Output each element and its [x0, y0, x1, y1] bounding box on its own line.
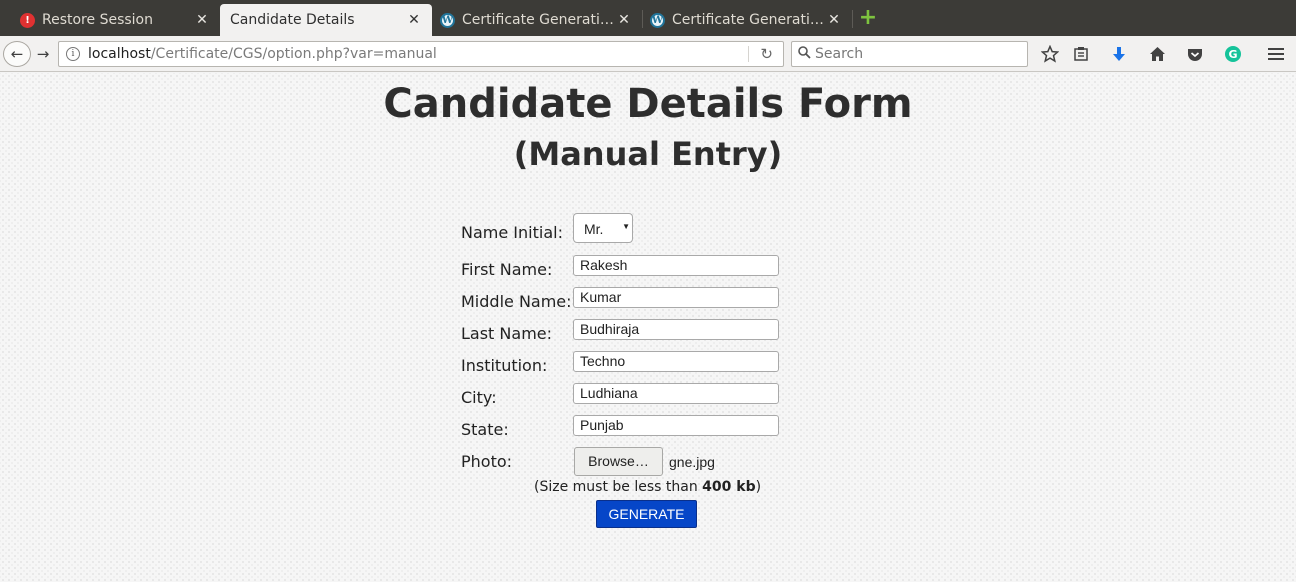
- first-name-label: First Name:: [461, 260, 553, 279]
- chevron-down-icon: ▼: [622, 222, 630, 231]
- name-initial-label: Name Initial:: [461, 223, 563, 242]
- alert-icon: !: [20, 12, 35, 28]
- state-field[interactable]: Punjab: [573, 415, 779, 436]
- wordpress-icon: W: [650, 12, 665, 28]
- middle-name-field[interactable]: Kumar: [573, 287, 779, 308]
- grammarly-icon[interactable]: G: [1225, 46, 1241, 62]
- tab-certificate-generation-1[interactable]: W Certificate Generati… ✕: [432, 4, 642, 36]
- search-input[interactable]: [815, 46, 1005, 62]
- size-note-prefix: (Size must be less than: [534, 479, 703, 495]
- name-initial-select[interactable]: Mr. ▼: [573, 213, 633, 243]
- navigation-bar: ← → i localhost/Certificate/CGS/option.p…: [0, 36, 1296, 72]
- bookmark-star-icon[interactable]: [1039, 43, 1061, 65]
- selected-file-name: gne.jpg: [669, 454, 715, 470]
- pocket-icon[interactable]: [1184, 43, 1206, 65]
- state-label: State:: [461, 420, 509, 439]
- tab-separator: [852, 10, 853, 28]
- institution-label: Institution:: [461, 356, 548, 375]
- size-note-limit: 400 kb: [702, 479, 756, 495]
- back-arrow-icon[interactable]: ←: [3, 41, 31, 67]
- url-host: localhost: [88, 46, 151, 62]
- generate-button[interactable]: GENERATE: [596, 500, 697, 528]
- page-content: Candidate Details Form (Manual Entry) Na…: [0, 73, 1296, 582]
- url-bar[interactable]: i localhost/Certificate/CGS/option.php?v…: [58, 41, 784, 67]
- page-title: Candidate Details Form: [383, 81, 913, 127]
- home-icon[interactable]: [1146, 43, 1168, 65]
- tab-title: Certificate Generati…: [462, 12, 614, 28]
- close-icon[interactable]: ✕: [194, 12, 210, 28]
- reload-icon[interactable]: ↻: [760, 45, 773, 63]
- browse-button[interactable]: Browse…: [574, 447, 663, 476]
- close-icon[interactable]: ✕: [826, 12, 842, 28]
- middle-name-label: Middle Name:: [461, 292, 572, 311]
- info-icon[interactable]: i: [66, 47, 80, 61]
- tab-title: Restore Session: [42, 12, 153, 28]
- new-tab-plus-icon[interactable]: +: [858, 7, 878, 29]
- name-initial-value: Mr.: [584, 221, 604, 237]
- tab-certificate-generation-2[interactable]: W Certificate Generati… ✕: [642, 4, 852, 36]
- search-icon: [798, 45, 811, 63]
- tab-bar: ! Restore Session ✕ Candidate Details ✕ …: [0, 0, 1296, 36]
- size-note-suffix: ): [755, 479, 762, 495]
- size-note: (Size must be less than 400 kb): [534, 479, 761, 495]
- download-icon[interactable]: [1108, 43, 1130, 65]
- wordpress-icon: W: [440, 12, 455, 28]
- tab-candidate-details[interactable]: Candidate Details ✕: [220, 4, 432, 36]
- city-label: City:: [461, 388, 497, 407]
- institution-field[interactable]: Techno: [573, 351, 779, 372]
- url-divider: [748, 46, 749, 62]
- forward-arrow-icon[interactable]: →: [33, 41, 53, 67]
- last-name-field[interactable]: Budhiraja: [573, 319, 779, 340]
- url-path: /Certificate/CGS/option.php?var=manual: [150, 46, 437, 62]
- close-icon[interactable]: ✕: [406, 12, 422, 28]
- tab-title: Certificate Generati…: [672, 12, 824, 28]
- first-name-field[interactable]: Rakesh: [573, 255, 779, 276]
- search-bar[interactable]: [791, 41, 1028, 67]
- page-subtitle: (Manual Entry): [513, 135, 783, 173]
- tab-restore-session[interactable]: ! Restore Session ✕: [0, 4, 220, 36]
- last-name-label: Last Name:: [461, 324, 553, 343]
- hamburger-menu-icon[interactable]: [1265, 43, 1287, 65]
- photo-label: Photo:: [461, 452, 513, 471]
- tab-title: Candidate Details: [230, 12, 355, 28]
- close-icon[interactable]: ✕: [616, 12, 632, 28]
- city-field[interactable]: Ludhiana: [573, 383, 779, 404]
- reading-list-icon[interactable]: [1070, 43, 1092, 65]
